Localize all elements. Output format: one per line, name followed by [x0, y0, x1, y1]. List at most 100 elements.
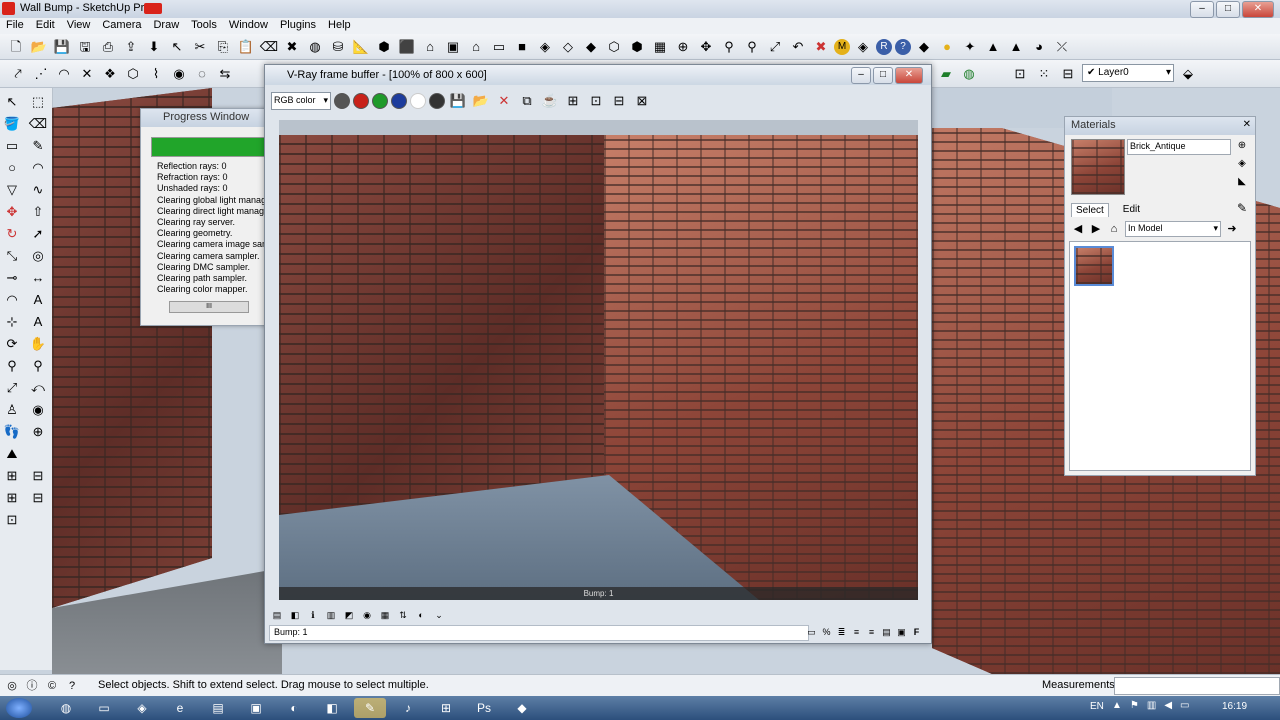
save-as-icon[interactable]: 🖫	[75, 37, 95, 57]
forward-arrow-icon[interactable]: ▶	[1089, 222, 1103, 236]
zoom-window-tool-icon[interactable]: ⚲	[28, 356, 48, 376]
drape-icon[interactable]: ◌	[192, 64, 212, 84]
green-channel-icon[interactable]	[372, 93, 388, 109]
section-plane-icon[interactable]: ⊕	[28, 422, 48, 442]
tray-network-icon[interactable]: ▥	[1147, 700, 1156, 711]
vfb-close-button[interactable]: ✕	[895, 67, 923, 84]
previous-view-icon[interactable]: ⤺	[28, 378, 48, 398]
channel-mono-icon[interactable]	[334, 93, 350, 109]
push-pull-icon[interactable]: ⇧	[28, 202, 48, 222]
load-image-icon[interactable]: 📂	[471, 91, 491, 111]
align-right-icon[interactable]: ≡	[865, 625, 878, 638]
geo-location-icon[interactable]: ◎	[4, 678, 20, 694]
taskbar-photoshop-icon[interactable]: Ps	[468, 698, 500, 718]
duplicate-vfb-icon[interactable]: ⧉	[517, 91, 537, 111]
light-sphere-icon[interactable]: ●	[937, 37, 957, 57]
eraser-icon[interactable]: ⌫	[28, 114, 48, 134]
ab-compare-icon[interactable]: ⊟	[609, 91, 629, 111]
textured-icon[interactable]: ⬢	[627, 37, 647, 57]
measurements-input[interactable]	[1114, 677, 1280, 695]
taskbar-app-icon[interactable]: ◆	[506, 698, 538, 718]
collection-dropdown[interactable]: In Model ▾	[1125, 221, 1221, 237]
layer-props-icon[interactable]: ⬙	[1178, 64, 1198, 84]
walk-icon[interactable]: 👣	[2, 422, 22, 442]
render-last-icon[interactable]: ⊠	[632, 91, 652, 111]
hidden-line-icon[interactable]: ◆	[581, 37, 601, 57]
add-location-icon[interactable]: ⊞	[2, 466, 22, 486]
taskbar-ie-icon[interactable]: e	[164, 698, 196, 718]
lens-icon[interactable]: ◐	[415, 609, 427, 621]
rectangle-icon[interactable]: ▭	[2, 136, 22, 156]
blue-channel-icon[interactable]	[391, 93, 407, 109]
flip-icon[interactable]: ⇆	[215, 64, 235, 84]
start-button[interactable]	[6, 698, 32, 718]
zoom-extents-tool-icon[interactable]: ⤢	[2, 378, 22, 398]
cancel-render-icon[interactable]: ✖	[811, 37, 831, 57]
stamp-vfb-icon[interactable]: ⊡	[586, 91, 606, 111]
spot-light-icon[interactable]: ▲	[983, 37, 1003, 57]
smoove-icon[interactable]: ⌇	[146, 64, 166, 84]
warehouse-icon[interactable]: ⛁	[328, 37, 348, 57]
menu-window[interactable]: Window	[223, 18, 274, 34]
look-around-icon[interactable]: ◉	[28, 400, 48, 420]
cut-icon[interactable]: ✂	[190, 37, 210, 57]
omni-light-icon[interactable]: ✦	[960, 37, 980, 57]
taskbar-app-icon[interactable]: ◍	[50, 698, 82, 718]
share-component-icon[interactable]: ⊡	[2, 510, 22, 530]
iso-view-icon[interactable]: ⬢	[374, 37, 394, 57]
taskbar-app-icon[interactable]: ⊞	[430, 698, 462, 718]
zoom-extents-icon[interactable]: ⤢	[765, 37, 785, 57]
shadow-icon[interactable]: ▰	[936, 64, 956, 84]
tab-edit[interactable]: Edit	[1119, 203, 1144, 217]
taskbar-sketchup-icon[interactable]: ✎	[354, 698, 386, 718]
google-earth-icon[interactable]: ⛰	[2, 444, 22, 464]
tape-measure-icon[interactable]: ⊸	[2, 268, 22, 288]
text-tool-icon[interactable]: A	[28, 290, 48, 310]
layer-dots-icon[interactable]: ⁙	[1034, 64, 1054, 84]
delete-icon[interactable]: ✖	[282, 37, 302, 57]
red-channel-icon[interactable]	[353, 93, 369, 109]
paste-icon[interactable]: 📋	[236, 37, 256, 57]
monochrome-icon[interactable]: ▦	[650, 37, 670, 57]
circle-icon[interactable]: ○	[2, 158, 22, 178]
measure-icon[interactable]: 📐	[351, 37, 371, 57]
compare-icon[interactable]: ⇅	[397, 609, 409, 621]
line-icon[interactable]: ✎	[28, 136, 48, 156]
orbit-icon[interactable]: ⊕	[673, 37, 693, 57]
get-models-icon[interactable]: ⊞	[2, 488, 22, 508]
taskbar-app-icon[interactable]: ▣	[240, 698, 272, 718]
fog-icon[interactable]: ◍	[959, 64, 979, 84]
make-component-icon[interactable]: ⬚	[28, 92, 48, 112]
save-image-icon[interactable]: 💾	[448, 91, 468, 111]
region-render-icon[interactable]: ⊞	[563, 91, 583, 111]
taskbar-app-icon[interactable]: ▭	[88, 698, 120, 718]
channel-dropdown[interactable]: RGB color ▾	[271, 92, 331, 110]
select-icon[interactable]: ↖	[167, 37, 187, 57]
import-icon[interactable]: ⬇	[144, 37, 164, 57]
erase-icon[interactable]: ⌫	[259, 37, 279, 57]
front-view-icon[interactable]: ⌂	[420, 37, 440, 57]
sphere-icon[interactable]: ◕	[1029, 37, 1049, 57]
expand-icon[interactable]: ⌄	[433, 609, 445, 621]
credits-icon[interactable]: ⓘ	[24, 678, 40, 694]
font-icon[interactable]: F	[910, 625, 923, 638]
align-left-icon[interactable]: ≣	[835, 625, 848, 638]
export-icon[interactable]: ⇪	[121, 37, 141, 57]
axes-tool-icon[interactable]: ⊹	[2, 312, 22, 332]
horizontal-scrollbar[interactable]: III	[169, 301, 249, 313]
material-editor-icon[interactable]: ◆	[914, 37, 934, 57]
maximize-button[interactable]: □	[1216, 1, 1240, 18]
clear-image-icon[interactable]: ✕	[494, 91, 514, 111]
menu-view[interactable]: View	[61, 18, 97, 34]
taskbar-app-icon[interactable]: ♪	[392, 698, 424, 718]
sample-icon[interactable]: ◣	[1235, 175, 1249, 189]
levels-icon[interactable]: ▥	[325, 609, 337, 621]
top-view-icon[interactable]: ⬛	[397, 37, 417, 57]
clock[interactable]: 16:19	[1222, 701, 1247, 712]
render-image[interactable]: Bump: 1	[279, 135, 918, 600]
list-icon[interactable]: ▤	[880, 625, 893, 638]
pan-tool-icon[interactable]: ✋	[28, 334, 48, 354]
scale-icon[interactable]: ⤡	[2, 246, 22, 266]
material-swatch[interactable]	[1074, 246, 1114, 286]
vray-r-icon[interactable]: R	[876, 38, 892, 55]
